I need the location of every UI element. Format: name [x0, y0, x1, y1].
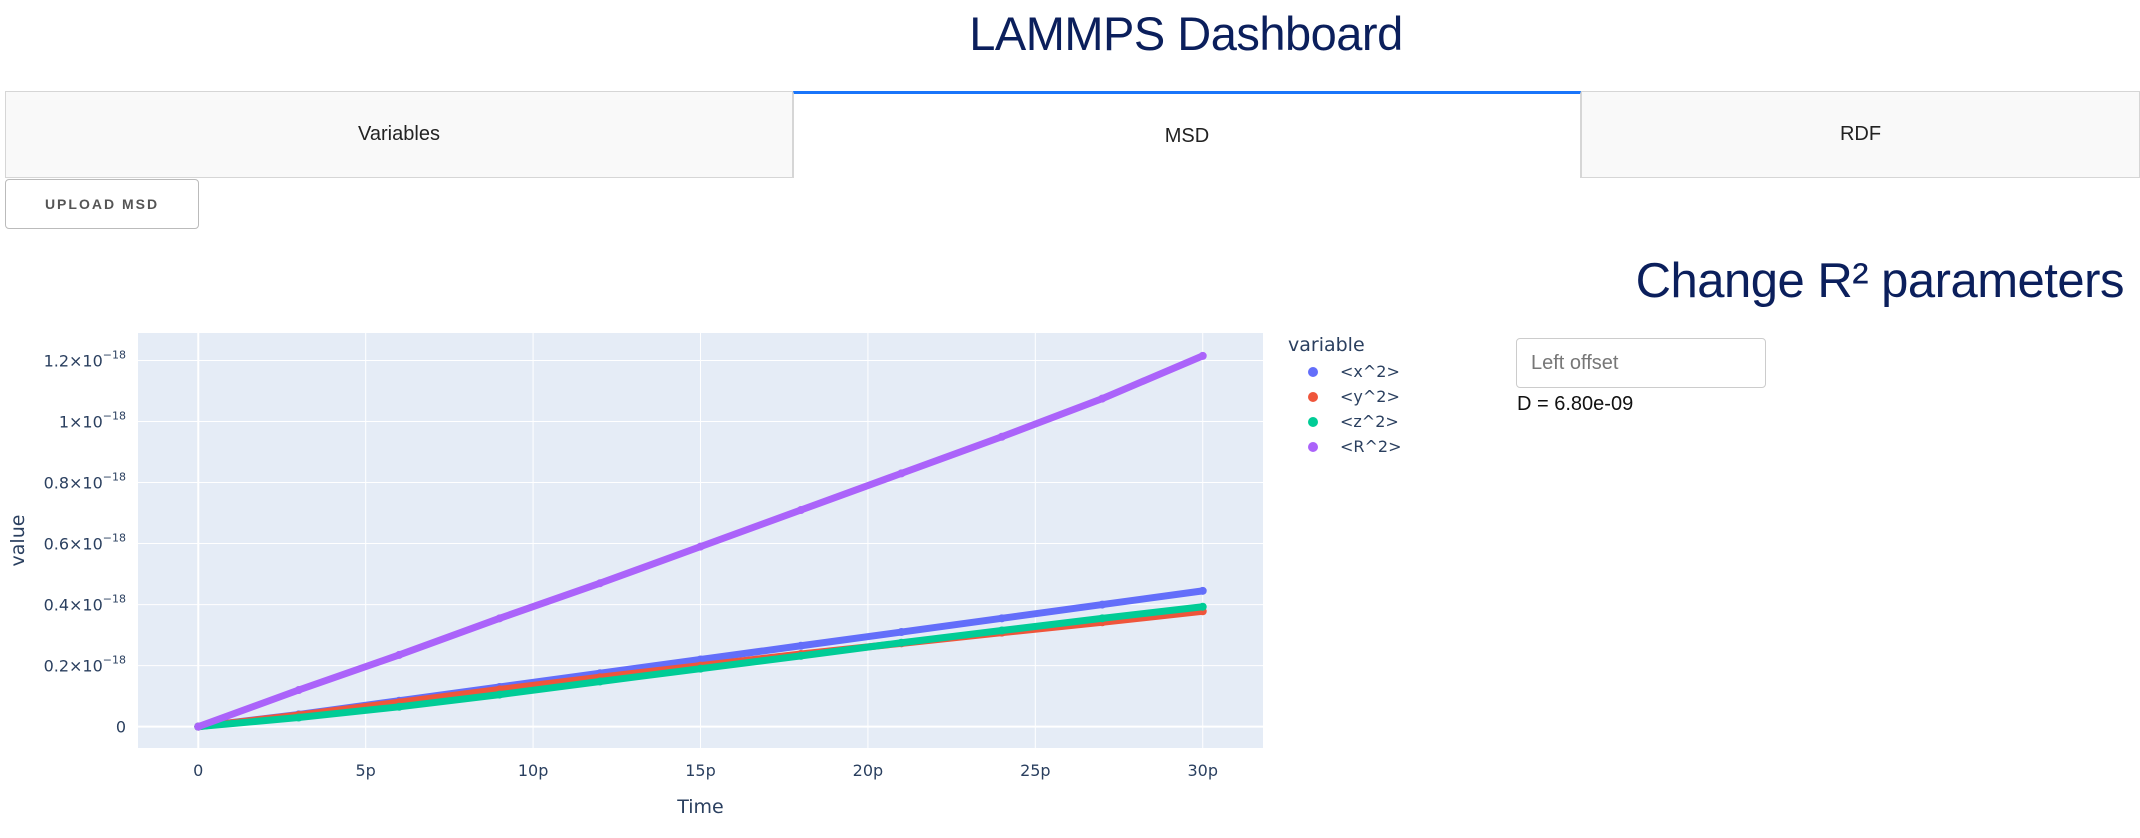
y-tick-label: 0.8×10−18: [44, 471, 126, 493]
data-point: [596, 677, 605, 686]
data-point: [897, 469, 906, 478]
tab-variables[interactable]: Variables: [5, 91, 793, 178]
x-tick-label: 0: [193, 761, 203, 780]
x-tick-label: 20p: [853, 761, 884, 780]
x-axis-ticks: 0 5p 10p 15p 20p 25p 30p: [193, 761, 1218, 780]
data-point: [495, 614, 504, 623]
data-point: [1198, 351, 1207, 360]
r2-parameters-heading: Change R² parameters: [1635, 254, 2125, 308]
data-point: [1098, 614, 1107, 623]
x-tick-label: 25p: [1020, 761, 1051, 780]
legend-item[interactable]: <z^2>: [1340, 412, 1399, 431]
data-point: [696, 664, 705, 673]
data-point: [596, 579, 605, 588]
x-tick-label: 30p: [1187, 761, 1218, 780]
diffusion-coefficient-value: D = 6.80e-09: [1517, 393, 1634, 415]
legend-marker[interactable]: [1308, 417, 1318, 427]
app-title: LAMMPS Dashboard: [969, 7, 1403, 60]
data-point: [696, 542, 705, 551]
left-offset-input[interactable]: [1516, 338, 1766, 388]
x-tick-label: 5p: [356, 761, 376, 780]
tab-bar: Variables MSD RDF: [5, 91, 2140, 178]
y-tick-label: 1×10−18: [59, 409, 126, 431]
y-tick-label: 0: [116, 718, 126, 737]
data-point: [194, 722, 203, 731]
y-tick-label: 0.6×10−18: [44, 532, 126, 554]
upload-msd-button[interactable]: UPLOAD MSD: [5, 179, 199, 229]
data-point: [395, 650, 404, 659]
tab-rdf[interactable]: RDF: [1581, 91, 2140, 178]
data-point: [796, 641, 805, 650]
y-tick-label: 0.4×10−18: [44, 593, 126, 615]
legend-item[interactable]: <y^2>: [1340, 387, 1400, 406]
data-point: [1098, 600, 1107, 609]
legend-marker[interactable]: [1308, 442, 1318, 452]
data-point: [395, 702, 404, 711]
data-point: [997, 626, 1006, 635]
y-axis-label: value: [7, 515, 29, 567]
data-point: [796, 505, 805, 514]
x-axis-label: Time: [676, 796, 724, 815]
data-point: [897, 638, 906, 647]
data-point: [294, 713, 303, 722]
y-axis-ticks: 0 0.2×10−18 0.4×10−18 0.6×10−18 0.8×10−18 1×1…: [44, 348, 126, 736]
legend-title: variable: [1288, 334, 1365, 356]
msd-chart-svg: 0 5p 10p 15p 20p 25p 30p 0 0.2×10−18 0.4×10−18 0.…: [7, 333, 1402, 818]
legend-item[interactable]: <x^2>: [1340, 362, 1400, 381]
data-point: [796, 651, 805, 660]
data-point: [495, 690, 504, 699]
data-point: [1198, 602, 1207, 611]
x-tick-label: 10p: [518, 761, 549, 780]
legend-marker[interactable]: [1308, 392, 1318, 402]
legend-item[interactable]: <R^2>: [1340, 437, 1402, 456]
legend-marker[interactable]: [1308, 367, 1318, 377]
legend: variable <x^2> <y^2> <z^2> <R^2>: [1288, 334, 1402, 456]
data-point: [294, 686, 303, 695]
x-tick-label: 15p: [685, 761, 716, 780]
tab-msd[interactable]: MSD: [793, 91, 1581, 178]
y-tick-label: 0.2×10−18: [44, 654, 126, 676]
data-point: [997, 432, 1006, 441]
data-point: [997, 614, 1006, 623]
msd-chart: 0 5p 10p 15p 20p 25p 30p 0 0.2×10−18 0.4×10−18 0.…: [0, 315, 1440, 820]
data-point: [1198, 586, 1207, 595]
data-point: [897, 628, 906, 637]
y-tick-label: 1.2×10−18: [44, 348, 126, 370]
data-point: [1098, 394, 1107, 403]
